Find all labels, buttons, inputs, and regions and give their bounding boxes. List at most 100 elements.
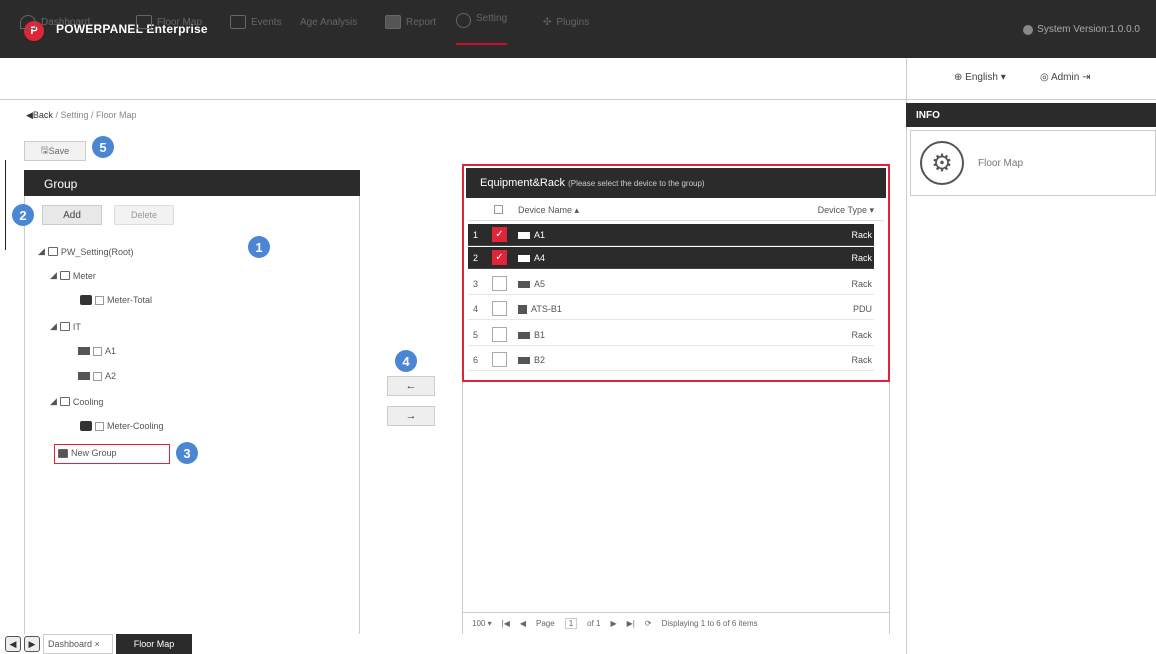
breadcrumb-current: Floor Map bbox=[96, 110, 137, 120]
equipment-highlight bbox=[462, 164, 890, 382]
move-left-button[interactable]: ← bbox=[387, 376, 435, 396]
dashboard-icon bbox=[20, 15, 36, 29]
tree-checkbox[interactable] bbox=[95, 295, 104, 305]
tree-node-meter-total[interactable]: Meter-Total bbox=[80, 295, 152, 305]
left-edge-line bbox=[5, 160, 6, 250]
tree-label: Cooling bbox=[72, 396, 104, 407]
refresh-icon[interactable]: ⟳ bbox=[645, 619, 652, 628]
user-menu[interactable]: ◎ Admin ⇥ bbox=[1040, 72, 1090, 83]
add-group-button[interactable]: Add bbox=[42, 205, 102, 225]
page-label: Page bbox=[536, 619, 555, 628]
save-button[interactable]: 🖫 Save bbox=[24, 141, 86, 161]
tree-node-a2[interactable]: A2 bbox=[78, 371, 116, 381]
nav-label: Setting bbox=[476, 13, 508, 24]
save-icon: 🖫 bbox=[40, 145, 49, 155]
nav-label: Events bbox=[251, 16, 282, 28]
tree-label: A2 bbox=[105, 371, 117, 381]
folder-icon bbox=[59, 271, 70, 280]
group-tree-panel bbox=[24, 196, 360, 634]
report-icon bbox=[385, 15, 401, 29]
displaying-text: Displaying 1 to 6 of 6 items bbox=[661, 619, 758, 628]
tree-node-meter-cooling[interactable]: Meter-Cooling bbox=[80, 421, 164, 431]
nav-analysis[interactable]: Age Analysis bbox=[300, 13, 357, 31]
folder-icon bbox=[59, 397, 70, 406]
first-page-icon[interactable]: |◀ bbox=[502, 619, 510, 628]
tab-label: Dashboard bbox=[48, 639, 93, 649]
folder-icon bbox=[59, 322, 70, 331]
next-page-icon[interactable]: ▶ bbox=[610, 619, 616, 628]
step-marker-3: 3 bbox=[176, 442, 198, 464]
tree-label: IT bbox=[72, 321, 81, 332]
breadcrumb: ◀Back / Setting / Floor Map bbox=[26, 110, 137, 120]
tree-node-cooling[interactable]: ◢ Cooling bbox=[50, 396, 103, 407]
move-right-button[interactable]: → bbox=[387, 406, 435, 426]
nav-events[interactable]: Events bbox=[230, 13, 282, 31]
nav-dashboard[interactable]: Dashboard bbox=[20, 13, 90, 31]
page-size-select[interactable]: 100 ▾ bbox=[472, 619, 492, 628]
system-version-text: System Version:1.0.0.0 bbox=[1037, 24, 1140, 35]
group-panel-header: Group bbox=[24, 170, 360, 196]
info-label: Floor Map bbox=[978, 158, 1024, 169]
floormap-icon bbox=[136, 15, 152, 29]
tree-checkbox[interactable] bbox=[93, 346, 102, 356]
folder-icon bbox=[47, 247, 58, 256]
arrow-left-icon: ← bbox=[405, 380, 417, 392]
tree-label: Meter-Total bbox=[107, 295, 153, 305]
setting-gear-icon bbox=[456, 13, 471, 28]
user-label: Admin bbox=[1050, 72, 1080, 83]
step-marker-1: 1 bbox=[248, 236, 270, 258]
nav-label: Dashboard bbox=[41, 16, 90, 28]
save-label: Save bbox=[48, 146, 70, 156]
meter-icon bbox=[80, 421, 92, 431]
step-marker-2: 2 bbox=[12, 204, 34, 226]
rack-icon bbox=[78, 347, 90, 355]
system-version: System Version:1.0.0.0 bbox=[1023, 24, 1140, 35]
nav-floormap[interactable]: Floor Map bbox=[136, 13, 202, 31]
scroll-left-icon[interactable]: ◀ bbox=[5, 636, 21, 652]
tree-node-root[interactable]: ◢ PW_Setting(Root) bbox=[38, 246, 133, 257]
breadcrumb-setting[interactable]: Setting bbox=[60, 110, 88, 120]
language-label: English bbox=[965, 72, 998, 83]
delete-group-button[interactable]: Delete bbox=[114, 205, 174, 225]
page-input[interactable]: 1 bbox=[564, 618, 578, 629]
nav-label: Age Analysis bbox=[300, 16, 358, 28]
events-icon bbox=[230, 15, 246, 29]
page-size-value: 100 bbox=[472, 619, 486, 628]
arrow-right-icon: → bbox=[405, 410, 417, 422]
tree-node-a1[interactable]: A1 bbox=[78, 346, 116, 356]
rack-icon bbox=[78, 372, 90, 380]
info-panel-header: INFO bbox=[906, 103, 1156, 127]
tree-checkbox[interactable] bbox=[93, 371, 102, 381]
bottom-tab-bar: ◀ ▶ Dashboard × Floor Map bbox=[5, 634, 215, 654]
tab-label: Floor Map bbox=[133, 639, 175, 649]
tree-node-it[interactable]: ◢ IT bbox=[50, 321, 81, 332]
new-group-highlight bbox=[54, 444, 170, 464]
info-icon bbox=[1023, 24, 1034, 35]
language-selector[interactable]: ⊕ English ▾ bbox=[954, 72, 1006, 83]
scroll-right-icon[interactable]: ▶ bbox=[24, 636, 40, 652]
tab-dashboard[interactable]: Dashboard × bbox=[43, 634, 113, 654]
tree-node-meter[interactable]: ◢ Meter bbox=[50, 270, 96, 281]
back-link[interactable]: ◀Back bbox=[26, 110, 53, 120]
nav-report[interactable]: Report bbox=[385, 13, 436, 31]
nav-label: Floor Map bbox=[157, 16, 203, 28]
pagination-bar: 100 ▾ |◀ ◀ Page 1 of 1 ▶ ▶| ⟳ Displaying… bbox=[462, 612, 890, 634]
nav-label: Report bbox=[406, 16, 437, 28]
last-page-icon[interactable]: ▶| bbox=[627, 619, 635, 628]
prev-page-icon[interactable]: ◀ bbox=[520, 619, 526, 628]
tree-checkbox[interactable] bbox=[95, 421, 104, 431]
step-marker-4: 4 bbox=[395, 350, 417, 372]
step-marker-5: 5 bbox=[92, 136, 114, 158]
plugins-icon: ✣ bbox=[543, 16, 552, 28]
tree-label: Meter-Cooling bbox=[107, 421, 164, 431]
nav-plugins[interactable]: ✣ Plugins bbox=[543, 13, 589, 31]
gear-icon: ⚙ bbox=[920, 141, 964, 185]
meter-icon bbox=[80, 295, 92, 305]
page-of-label: of 1 bbox=[587, 619, 601, 628]
back-label: Back bbox=[32, 110, 53, 120]
nav-label: Plugins bbox=[556, 16, 590, 28]
tree-label: Meter bbox=[72, 270, 96, 281]
tab-floormap[interactable]: Floor Map bbox=[116, 634, 192, 654]
nav-setting[interactable]: Setting bbox=[456, 13, 508, 45]
tree-label: A1 bbox=[105, 346, 117, 356]
